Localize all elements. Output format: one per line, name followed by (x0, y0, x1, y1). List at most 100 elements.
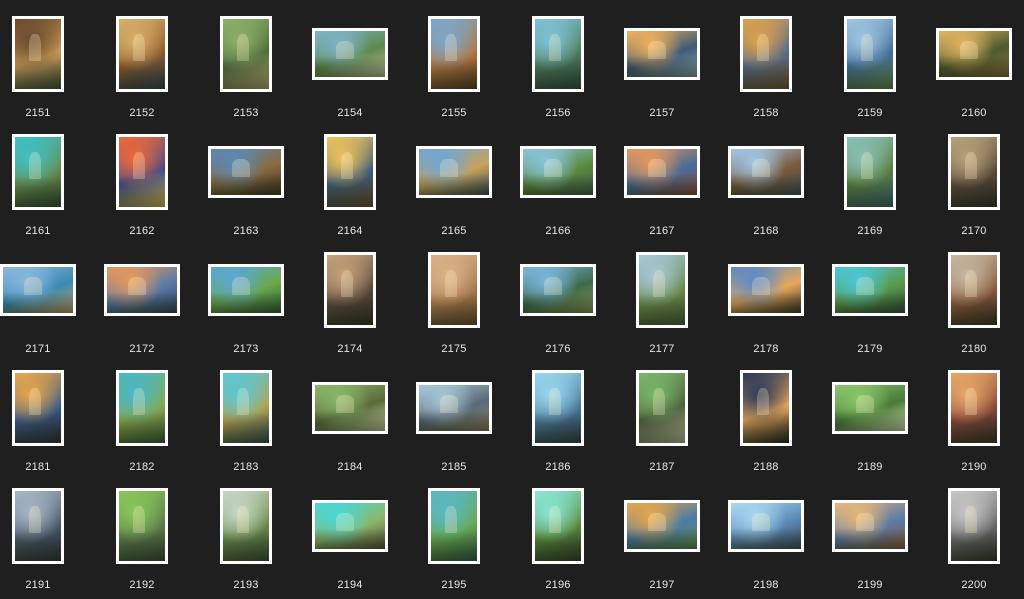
gallery-item[interactable]: 2191 (0, 480, 88, 598)
gallery-item[interactable]: 2161 (0, 126, 88, 244)
thumbnail-image[interactable] (312, 382, 388, 434)
thumbnail-image[interactable] (520, 264, 596, 316)
gallery-item[interactable]: 2175 (404, 244, 504, 362)
thumbnail-image[interactable] (220, 370, 272, 446)
thumbnail-image[interactable] (12, 370, 64, 446)
gallery-item[interactable]: 2156 (508, 8, 608, 126)
thumbnail-image[interactable] (416, 146, 492, 198)
thumbnail-image[interactable] (844, 134, 896, 210)
thumbnail-image[interactable] (740, 16, 792, 92)
gallery-item[interactable]: 2166 (508, 126, 608, 244)
gallery-item[interactable]: 2183 (196, 362, 296, 480)
gallery-item[interactable]: 2185 (404, 362, 504, 480)
gallery-item[interactable]: 2177 (612, 244, 712, 362)
gallery-item[interactable]: 2173 (196, 244, 296, 362)
thumbnail-image[interactable] (532, 16, 584, 92)
thumbnail-image[interactable] (832, 264, 908, 316)
gallery-item[interactable]: 2181 (0, 362, 88, 480)
gallery-item[interactable]: 2186 (508, 362, 608, 480)
thumbnail-image[interactable] (636, 252, 688, 328)
thumbnail-image[interactable] (116, 370, 168, 446)
thumbnail-image[interactable] (740, 370, 792, 446)
gallery-item[interactable]: 2197 (612, 480, 712, 598)
thumbnail-image[interactable] (12, 488, 64, 564)
gallery-item[interactable]: 2184 (300, 362, 400, 480)
gallery-item[interactable]: 2178 (716, 244, 816, 362)
gallery-item[interactable]: 2170 (924, 126, 1024, 244)
gallery-item[interactable]: 2179 (820, 244, 920, 362)
thumbnail-image[interactable] (220, 488, 272, 564)
gallery-item[interactable]: 2190 (924, 362, 1024, 480)
thumbnail-image[interactable] (844, 16, 896, 92)
thumbnail-image[interactable] (116, 488, 168, 564)
gallery-item[interactable]: 2163 (196, 126, 296, 244)
thumbnail-image[interactable] (948, 370, 1000, 446)
thumbnail-image[interactable] (532, 488, 584, 564)
thumbnail-image[interactable] (428, 488, 480, 564)
thumbnail-image[interactable] (428, 252, 480, 328)
thumbnail-image[interactable] (12, 16, 64, 92)
gallery-item[interactable]: 2172 (92, 244, 192, 362)
gallery-item[interactable]: 2162 (92, 126, 192, 244)
thumbnail-image[interactable] (116, 134, 168, 210)
gallery-item[interactable]: 2164 (300, 126, 400, 244)
gallery-item[interactable]: 2187 (612, 362, 712, 480)
gallery-item[interactable]: 2194 (300, 480, 400, 598)
gallery-item[interactable]: 2182 (92, 362, 192, 480)
gallery-item[interactable]: 2199 (820, 480, 920, 598)
gallery-item[interactable]: 2192 (92, 480, 192, 598)
gallery-item[interactable]: 2200 (924, 480, 1024, 598)
thumbnail-image[interactable] (948, 134, 1000, 210)
gallery-item[interactable]: 2180 (924, 244, 1024, 362)
gallery-item[interactable]: 2188 (716, 362, 816, 480)
gallery-item[interactable]: 2174 (300, 244, 400, 362)
thumbnail-image[interactable] (220, 16, 272, 92)
thumbnail-image[interactable] (624, 500, 700, 552)
gallery-item[interactable]: 2196 (508, 480, 608, 598)
thumbnail-image[interactable] (312, 500, 388, 552)
gallery-item[interactable]: 2155 (404, 8, 504, 126)
gallery-item[interactable]: 2152 (92, 8, 192, 126)
gallery-item[interactable]: 2160 (924, 8, 1024, 126)
thumbnail-image[interactable] (104, 264, 180, 316)
thumbnail-image[interactable] (208, 264, 284, 316)
thumbnail-image[interactable] (532, 370, 584, 446)
gallery-item[interactable]: 2151 (0, 8, 88, 126)
thumbnail-image[interactable] (208, 146, 284, 198)
gallery-item[interactable]: 2198 (716, 480, 816, 598)
thumbnail-image[interactable] (948, 488, 1000, 564)
thumbnail-image[interactable] (324, 134, 376, 210)
thumbnail-image[interactable] (116, 16, 168, 92)
gallery-item[interactable]: 2158 (716, 8, 816, 126)
gallery-item[interactable]: 2189 (820, 362, 920, 480)
gallery-item[interactable]: 2153 (196, 8, 296, 126)
gallery-item[interactable]: 2193 (196, 480, 296, 598)
gallery-item[interactable]: 2154 (300, 8, 400, 126)
gallery-item[interactable]: 2159 (820, 8, 920, 126)
gallery-item[interactable]: 2176 (508, 244, 608, 362)
thumbnail-image[interactable] (832, 382, 908, 434)
thumbnail-image[interactable] (728, 146, 804, 198)
thumbnail-image[interactable] (416, 382, 492, 434)
thumbnail-image[interactable] (832, 500, 908, 552)
thumbnail-image[interactable] (948, 252, 1000, 328)
thumbnail-image[interactable] (520, 146, 596, 198)
thumbnail-image[interactable] (936, 28, 1012, 80)
gallery-item[interactable]: 2171 (0, 244, 88, 362)
thumbnail-image[interactable] (12, 134, 64, 210)
thumbnail-image[interactable] (0, 264, 76, 316)
gallery-item[interactable]: 2195 (404, 480, 504, 598)
gallery-item[interactable]: 2167 (612, 126, 712, 244)
thumbnail-image[interactable] (624, 146, 700, 198)
thumbnail-image[interactable] (636, 370, 688, 446)
gallery-item[interactable]: 2168 (716, 126, 816, 244)
thumbnail-image[interactable] (324, 252, 376, 328)
thumbnail-image[interactable] (728, 500, 804, 552)
thumbnail-image[interactable] (624, 28, 700, 80)
gallery-item[interactable]: 2165 (404, 126, 504, 244)
thumbnail-image[interactable] (728, 264, 804, 316)
thumbnail-image[interactable] (312, 28, 388, 80)
gallery-item[interactable]: 2157 (612, 8, 712, 126)
thumbnail-image[interactable] (428, 16, 480, 92)
gallery-item[interactable]: 2169 (820, 126, 920, 244)
